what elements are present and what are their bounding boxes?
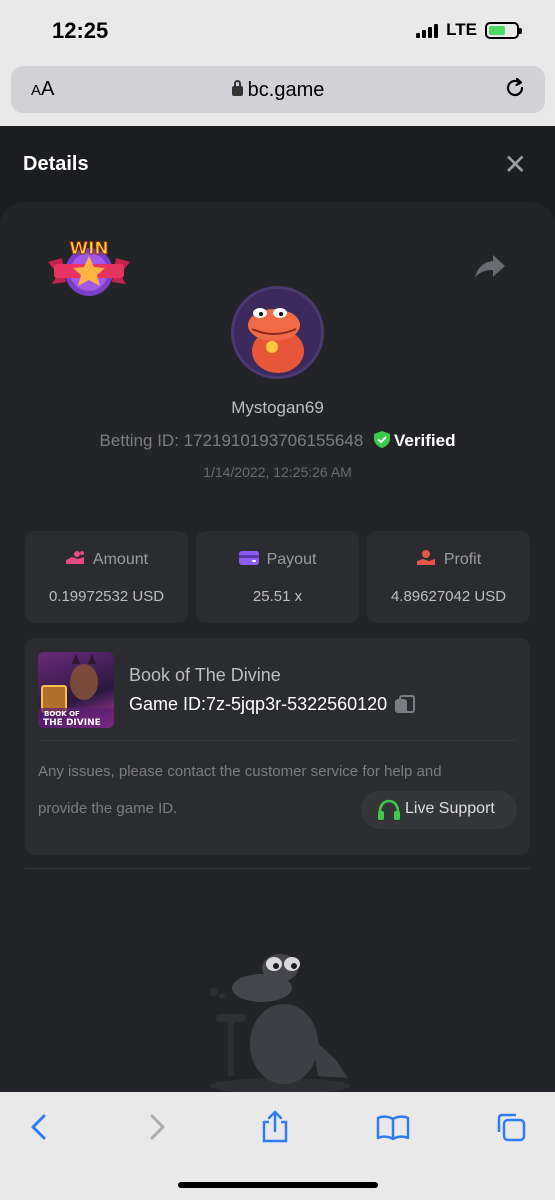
divider [38,740,517,741]
status-bar: 12:25 LTE [0,0,555,62]
modal-header: Details ✕ [0,126,555,202]
win-badge-icon: WIN [48,239,130,296]
thumb-title-2: THE DIVINE [43,718,101,728]
betting-id-row: Betting ID: 1721910193706155648 Verified [0,431,555,451]
game-thumbnail[interactable]: BOOK OF THE DIVINE [38,652,114,728]
username: Mystogan69 [231,398,324,417]
network-label: LTE [446,20,477,39]
stat-profit-value: 4.89627042 USD [390,588,507,605]
thumb-title-1: BOOK OF [44,710,80,718]
crocodile-mascot-illustration [210,954,350,1092]
back-icon[interactable] [22,1110,56,1144]
bet-timestamp: 1/14/2022, 12:25:26 AM [203,464,352,480]
help-text-line-1: Any issues, please contact the customer … [38,763,442,780]
profit-icon [416,550,435,565]
status-indicators: LTE [416,20,522,40]
stat-payout-value: 25.51 x [252,588,303,605]
stat-profit-label: Profit [443,551,482,568]
section-divider [25,868,530,869]
forward-icon[interactable] [140,1110,174,1144]
address-bar[interactable]: AA bc.game [11,66,545,113]
game-id-value: 7z-5jqp3r-5322560120 [206,694,388,714]
stat-amount-label: Amount [92,551,149,568]
share-icon[interactable] [474,252,506,280]
headset-icon [378,799,400,820]
lock-icon [231,80,243,96]
stat-payout: Payout 25.51 x [196,531,359,623]
reload-icon[interactable] [503,76,527,107]
signal-icon [416,22,439,38]
game-card: BOOK OF THE DIVINE Book of The Divine Ga… [25,638,530,855]
share-sheet-icon[interactable] [258,1110,292,1144]
stat-amount: Amount 0.19972532 USD [25,531,188,623]
stat-payout-label: Payout [266,551,317,568]
help-text-line-2: provide the game ID. [38,800,178,817]
tabs-icon[interactable] [494,1110,528,1144]
bookmarks-icon[interactable] [376,1110,410,1144]
copy-icon[interactable] [395,695,416,713]
home-indicator [178,1182,378,1188]
live-support-label: Live Support [405,800,495,817]
modal-title: Details [23,153,89,175]
close-icon[interactable]: ✕ [504,148,527,181]
game-name[interactable]: Book of The Divine [129,665,281,686]
game-id-row: Game ID:7z-5jqp3r-5322560120 [129,694,416,715]
payout-icon [238,551,259,565]
url-text: bc.game [247,79,325,101]
betting-id-label: Betting ID: [99,431,179,450]
amount-icon [65,551,84,564]
betting-id-value: 1721910193706155648 [183,431,364,450]
status-time: 12:25 [52,18,109,43]
live-support-button[interactable]: Live Support [361,791,517,829]
verified-shield-icon [374,431,391,448]
url-display[interactable]: bc.game [11,79,545,102]
game-id-label: Game ID: [129,694,207,714]
battery-icon [485,21,522,39]
stat-amount-value: 0.19972532 USD [48,588,165,605]
win-badge-text: WIN [69,239,108,259]
stat-profit: Profit 4.89627042 USD [367,531,530,623]
verified-label: Verified [394,431,456,450]
avatar [231,286,324,379]
browser-address-area: AA bc.game [0,62,555,126]
